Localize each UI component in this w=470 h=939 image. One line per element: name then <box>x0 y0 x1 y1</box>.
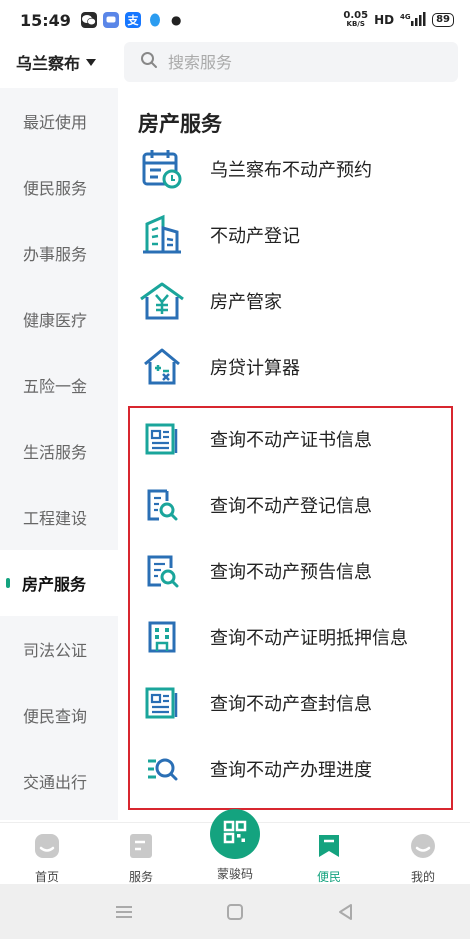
home-square-icon[interactable] <box>225 902 245 922</box>
qr-code-label: 蒙骏码 <box>216 867 253 881</box>
nav-home[interactable]: 首页 <box>12 823 82 885</box>
profile-icon <box>410 833 436 863</box>
alipay-icon: 支 <box>124 12 141 28</box>
nav-convenience[interactable]: 便民 <box>294 823 364 885</box>
svg-text:4G: 4G <box>400 13 411 21</box>
top-bar: 乌兰察布 <box>0 40 470 84</box>
service-item[interactable]: 查询不动产证书信息 <box>118 406 470 472</box>
office-building-icon <box>138 613 186 661</box>
service-label: 查询不动产证明抵押信息 <box>210 628 408 649</box>
back-triangle-icon[interactable] <box>336 902 356 922</box>
service-item[interactable]: 乌兰察布不动产预约 <box>118 136 470 202</box>
hd-badge: HD <box>374 13 395 27</box>
service-item[interactable]: 查询不动产查封信息 <box>118 670 470 736</box>
service-label: 乌兰察布不动产预约 <box>210 160 372 181</box>
qr-code-button[interactable] <box>210 809 260 859</box>
service-item[interactable]: 查询不动产登记信息 <box>118 472 470 538</box>
wechat-icon <box>80 12 97 28</box>
status-bar: 15:49 支 ● 0.05 KB/S HD 4G 89 <box>0 0 470 40</box>
house-yen-icon <box>138 277 186 325</box>
building-icon <box>138 211 186 259</box>
caret-down-icon <box>86 58 97 66</box>
system-nav-bar <box>0 884 470 939</box>
home-icon <box>34 833 60 863</box>
city-selector[interactable]: 乌兰察布 <box>0 50 122 74</box>
calendar-clock-icon <box>138 145 186 193</box>
search-icon <box>140 51 158 73</box>
service-label: 房贷计算器 <box>210 358 300 379</box>
service-item[interactable]: 房产管家 <box>118 268 470 334</box>
menu-icon[interactable] <box>114 902 134 922</box>
service-label: 房产管家 <box>210 292 282 313</box>
service-label: 查询不动产登记信息 <box>210 496 372 517</box>
section-title: 房产服务 <box>138 112 222 136</box>
service-label: 查询不动产查封信息 <box>210 694 372 715</box>
sidebar-item-affairs[interactable]: 办事服务 <box>0 220 118 286</box>
bookmark-icon <box>317 833 341 863</box>
sidebar-item-housing[interactable]: 房产服务 <box>0 550 118 616</box>
search-bar[interactable] <box>124 42 458 82</box>
service-label: 查询不动产预告信息 <box>210 562 372 583</box>
sidebar-item-transport[interactable]: 交通出行 <box>0 748 118 814</box>
battery-icon: 89 <box>432 13 454 27</box>
sidebar-item-construction[interactable]: 工程建设 <box>0 484 118 550</box>
document-search-icon <box>138 481 186 529</box>
signal-icon: 4G <box>400 11 426 29</box>
sidebar-item-query[interactable]: 便民查询 <box>0 682 118 748</box>
document-search-icon <box>138 547 186 595</box>
sidebar-item-recent[interactable]: 最近使用 <box>0 88 118 154</box>
notification-dot-icon: ● <box>170 13 182 27</box>
service-label: 查询不动产办理进度 <box>210 760 372 781</box>
service-label: 不动产登记 <box>210 226 300 247</box>
services-icon <box>129 833 153 863</box>
service-panel: 房产服务 乌兰察布不动产预约 不动产登记 房产管家 房贷计算器 查询不动产证书信… <box>118 88 470 820</box>
certificate-icon <box>138 679 186 727</box>
list-search-icon <box>138 745 186 793</box>
status-time: 15:49 <box>20 10 71 30</box>
sidebar-item-health[interactable]: 健康医疗 <box>0 286 118 352</box>
status-right: 0.05 KB/S HD 4G 89 <box>343 11 454 29</box>
category-sidebar: 最近使用 便民服务 办事服务 健康医疗 五险一金 生活服务 工程建设 房产服务 … <box>0 88 118 820</box>
nav-profile[interactable]: 我的 <box>388 823 458 885</box>
city-name: 乌兰察布 <box>16 54 81 73</box>
search-input[interactable] <box>168 52 408 72</box>
certificate-icon <box>138 415 186 463</box>
service-item[interactable]: 查询不动产证明抵押信息 <box>118 604 470 670</box>
message-icon <box>102 12 119 28</box>
service-item[interactable]: 房贷计算器 <box>118 334 470 400</box>
nav-services[interactable]: 服务 <box>106 823 176 885</box>
service-item[interactable]: 不动产登记 <box>118 202 470 268</box>
qr-code-icon <box>223 820 247 848</box>
sidebar-item-convenience[interactable]: 便民服务 <box>0 154 118 220</box>
house-calculator-icon <box>138 343 186 391</box>
qq-icon <box>147 12 163 28</box>
sidebar-item-life[interactable]: 生活服务 <box>0 418 118 484</box>
sidebar-item-insurance[interactable]: 五险一金 <box>0 352 118 418</box>
bottom-nav: 首页 服务 蒙骏码 便民 我的 <box>0 809 470 885</box>
service-item[interactable]: 查询不动产办理进度 <box>118 736 470 802</box>
sidebar-item-judicial[interactable]: 司法公证 <box>0 616 118 682</box>
service-item[interactable]: 查询不动产预告信息 <box>118 538 470 604</box>
service-label: 查询不动产证书信息 <box>210 430 372 451</box>
net-speed: 0.05 KB/S <box>343 10 369 29</box>
